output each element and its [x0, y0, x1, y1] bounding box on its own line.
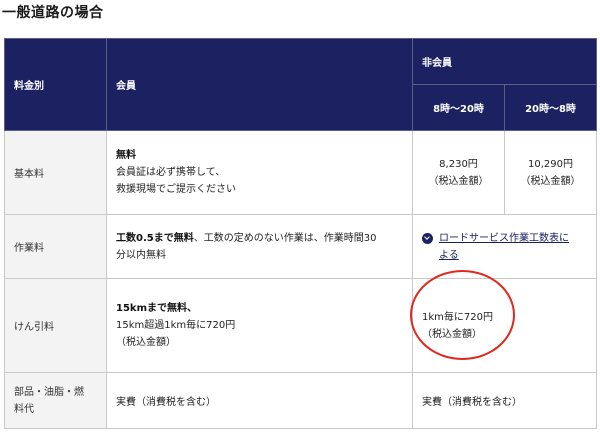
header-nonmember: 非会員	[412, 38, 597, 85]
table-row-tow: けん引料 15kmまで無料、 15km超過1km毎に720円 （税込金額） 1k…	[4, 278, 597, 373]
basic-day-cell: 8,230円 （税込金額）	[412, 130, 505, 215]
tow-nonmember-tax: （税込金額）	[422, 328, 482, 340]
row-label-parts-line1: 部品・油脂・燃	[14, 386, 84, 398]
tow-member-cell: 15kmまで無料、 15km超過1km毎に720円 （税込金額）	[106, 278, 413, 373]
header-member: 会員	[106, 38, 413, 131]
table-row-work: 作業料 工数0.5まで無料、工数の定めのない作業は、作業時間30 分以内無料 ロ…	[4, 214, 597, 279]
work-member-cell: 工数0.5まで無料、工数の定めのない作業は、作業時間30 分以内無料	[106, 214, 413, 279]
work-nonmember-cell: ロードサービス作業工数表に よる	[412, 214, 597, 279]
basic-member-free: 無料	[116, 150, 136, 161]
table-row-basic: 基本料 無料 会員証は必ず携帯して、 救援現場でご提示ください 8,230円 （…	[4, 130, 597, 215]
table-row-parts: 部品・油脂・燃 料代 実費（消費税を含む） 実費（消費税を含む）	[4, 372, 597, 429]
header-category: 料金別	[4, 38, 107, 131]
work-rate-link-text2: よる	[439, 249, 459, 261]
chevron-down-circle-icon	[422, 232, 433, 244]
basic-day-price: 8,230円	[439, 158, 478, 170]
tow-member-free: 15kmまで無料、	[116, 303, 197, 314]
basic-night-tax: （税込金額）	[520, 175, 581, 187]
basic-member-note2: 救援現場でご提示ください	[116, 184, 236, 195]
work-member-free: 工数0.5まで無料	[116, 232, 194, 244]
basic-member-cell: 無料 会員証は必ず携帯して、 救援現場でご提示ください	[106, 130, 413, 215]
row-label-parts: 部品・油脂・燃 料代	[4, 372, 107, 429]
row-label-work: 作業料	[4, 214, 107, 279]
fee-table: 料金別 会員 非会員 8時〜20時 20時〜8時 基本料 無料 会員証は必ず携帯…	[4, 38, 597, 429]
header-day: 8時〜20時	[412, 84, 505, 131]
header-row: 料金別 会員 非会員	[4, 38, 597, 131]
work-rate-link[interactable]: ロードサービス作業工数表に よる	[422, 230, 569, 264]
tow-member-rate: 15km超過1km毎に720円	[116, 320, 236, 331]
parts-nonmember-cell: 実費（消費税を含む）	[412, 372, 597, 429]
row-label-parts-line2: 料代	[14, 403, 34, 415]
work-rate-link-text1: ロードサービス作業工数表に	[439, 232, 569, 244]
basic-member-note1: 会員証は必ず携帯して、	[116, 167, 226, 178]
parts-member-cell: 実費（消費税を含む）	[106, 372, 413, 429]
row-label-basic: 基本料	[4, 130, 107, 215]
work-member-note: 、工数の定めのない作業は、作業時間30	[193, 232, 377, 244]
tow-member-tax: （税込金額）	[116, 337, 176, 348]
header-night: 20時〜8時	[504, 84, 597, 131]
section-title: 一般道路の場合	[2, 5, 104, 21]
tow-nonmember-cell: 1km毎に720円 （税込金額）	[412, 278, 597, 373]
basic-night-cell: 10,290円 （税込金額）	[504, 130, 597, 215]
tow-nonmember-rate: 1km毎に720円	[422, 311, 493, 323]
row-label-tow: けん引料	[4, 278, 107, 373]
work-member-note2: 分以内無料	[116, 249, 166, 261]
basic-night-price: 10,290円	[528, 158, 573, 170]
basic-day-tax: （税込金額）	[428, 175, 489, 187]
